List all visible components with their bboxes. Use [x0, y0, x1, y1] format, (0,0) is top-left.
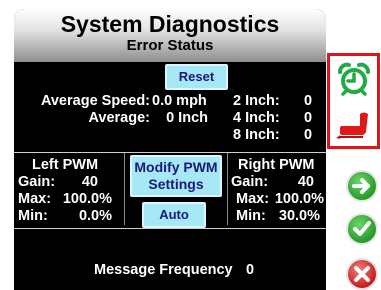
main-panel: System Diagnostics Error Status Reset Av… — [14, 9, 326, 290]
average-speed-value: 0.0 mph — [152, 93, 207, 109]
left-min-value: 0.0% — [78, 208, 112, 224]
inch4-label: 4 Inch: — [233, 110, 280, 126]
right-min-label: Min: — [236, 208, 266, 224]
next-button[interactable] — [346, 170, 378, 202]
modify-pwm-settings-button[interactable]: Modify PWM Settings — [130, 155, 222, 197]
inch2-value: 0 — [304, 93, 313, 109]
left-max-value: 100.0% — [62, 191, 112, 207]
system-diagnostics-screen: System Diagnostics Error Status Reset Av… — [0, 0, 381, 290]
right-min-value: 30.0% — [278, 208, 320, 224]
right-pwm-title: Right PWM — [238, 157, 315, 173]
error-status-label: Error Status — [126, 37, 214, 54]
average-value: 0 Inch — [166, 110, 208, 126]
inch2-label: 2 Inch: — [233, 93, 280, 109]
header-bar: System Diagnostics Error Status — [14, 9, 326, 62]
message-frequency-label: Message Frequency — [94, 262, 233, 278]
divider — [14, 228, 326, 229]
left-gain-value: 40 — [81, 174, 98, 190]
modify-pwm-line1: Modify PWM — [134, 159, 218, 175]
auto-button[interactable]: Auto — [142, 202, 206, 228]
average-label: Average: — [88, 110, 150, 126]
vertical-divider — [227, 153, 228, 225]
inch8-label: 8 Inch: — [233, 127, 280, 143]
reset-button[interactable]: Reset — [165, 64, 228, 90]
divider — [14, 152, 326, 153]
status-icons-highlight — [327, 53, 380, 149]
left-max-label: Max: — [18, 191, 52, 207]
inch8-value: 0 — [304, 127, 313, 143]
right-gain-label: Gain: — [231, 174, 269, 190]
left-min-label: Min: — [18, 208, 48, 224]
cancel-button[interactable] — [346, 258, 378, 290]
right-max-value: 100.0% — [274, 191, 324, 207]
right-gain-value: 40 — [297, 174, 314, 190]
page-title: System Diagnostics — [60, 11, 280, 37]
message-frequency-value: 0 — [246, 262, 255, 278]
seat-icon[interactable] — [334, 108, 376, 147]
left-gain-label: Gain: — [18, 174, 56, 190]
accept-button[interactable] — [346, 213, 378, 245]
alarm-clock-icon[interactable] — [337, 62, 371, 101]
left-pwm-title: Left PWM — [32, 157, 99, 173]
modify-pwm-line2: Settings — [148, 176, 204, 192]
inch4-value: 0 — [304, 110, 313, 126]
vertical-divider — [124, 153, 125, 225]
average-speed-label: Average Speed: — [40, 93, 150, 109]
